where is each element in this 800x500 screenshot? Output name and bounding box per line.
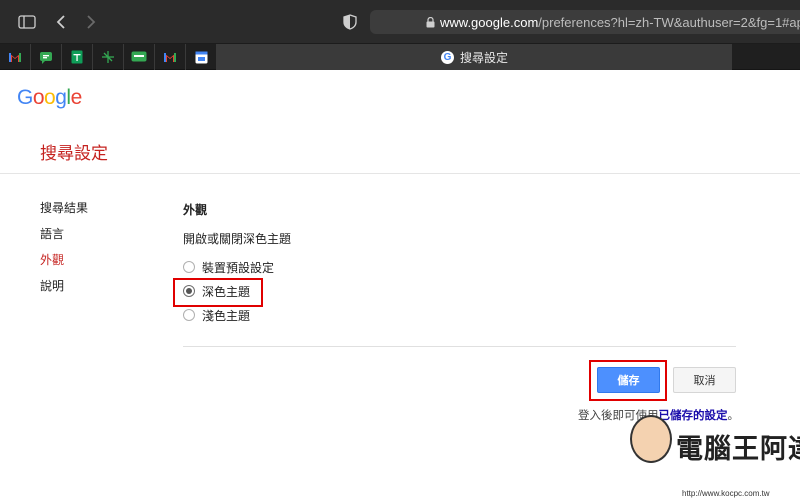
logo-letter: g [55, 86, 67, 109]
back-arrow-icon[interactable] [50, 11, 72, 33]
calendar-icon [195, 51, 207, 63]
page-title: 搜尋設定 [40, 144, 108, 163]
sidebar-toggle-icon[interactable] [16, 11, 38, 33]
options-divider [183, 346, 736, 347]
highlight-box-save [589, 360, 667, 401]
url-host: www.google.com [440, 14, 539, 30]
google-favicon-icon: G [440, 50, 454, 64]
gmail-icon [9, 52, 21, 62]
forward-arrow-icon[interactable] [80, 11, 102, 33]
browser-toolbar: www.google.com/preferences?hl=zh-TW&auth… [0, 0, 800, 44]
shield-icon[interactable] [339, 11, 361, 33]
sidebar-item-search-results[interactable]: 搜尋結果 [40, 199, 88, 216]
pinned-tab-pinwheel[interactable] [93, 44, 124, 70]
sidebar-item-language[interactable]: 語言 [40, 225, 64, 242]
watermark-url: http://www.kocpc.com.tw [682, 489, 770, 498]
pinned-tab-chat[interactable] [31, 44, 62, 70]
radio-device-default[interactable] [183, 261, 195, 273]
logo-letter: o [44, 86, 56, 109]
url-path: /preferences?hl=zh-TW&authuser=2&fg=1#ap… [538, 14, 800, 30]
option-device-default[interactable]: 裝置預設設定 [183, 259, 274, 275]
pinned-tab-gmail[interactable] [0, 44, 31, 70]
logo-letter: e [70, 86, 83, 109]
section-description: 開啟或關閉深色主題 [183, 232, 292, 246]
pinned-tab-calendar[interactable] [186, 44, 217, 70]
google-logo[interactable]: Google [17, 86, 82, 110]
watermark: 電腦王阿達 http://www.kocpc.com.tw [620, 415, 800, 500]
tab-title: 搜尋設定 [459, 50, 508, 65]
watermark-title: 電腦王阿達 [676, 434, 800, 464]
address-bar[interactable]: www.google.com/preferences?hl=zh-TW&auth… [370, 10, 800, 34]
sidebar-item-help[interactable]: 說明 [40, 277, 64, 294]
sheets-icon [71, 50, 83, 64]
option-label: 裝置預設設定 [202, 260, 275, 275]
pinned-tab-blog[interactable] [124, 44, 155, 70]
cancel-button[interactable]: 取消 [673, 367, 736, 393]
sidebar-item-appearance[interactable]: 外觀 [40, 251, 64, 268]
lock-icon [426, 16, 435, 31]
tab-bar: G 搜尋設定 [0, 44, 800, 70]
url-text: www.google.com/preferences?hl=zh-TW&auth… [440, 15, 800, 30]
chat-icon [40, 51, 52, 64]
option-light-theme[interactable]: 淺色主題 [183, 307, 250, 323]
pinned-tab-sheets[interactable] [62, 44, 93, 70]
gmail-icon [164, 52, 176, 62]
section-heading: 外觀 [183, 203, 208, 217]
radio-light-theme[interactable] [183, 309, 195, 321]
pinwheel-icon [102, 51, 114, 63]
header-divider [0, 173, 800, 174]
pinned-tab-gmail-2[interactable] [155, 44, 186, 70]
logo-letter: o [32, 86, 45, 109]
option-label: 淺色主題 [202, 308, 251, 323]
highlight-box-dark-theme [173, 278, 263, 307]
tab-search-settings[interactable]: G 搜尋設定 [217, 44, 732, 70]
blog-icon [131, 51, 147, 62]
logo-letter: G [17, 86, 33, 109]
mascot-face-icon [630, 415, 672, 463]
